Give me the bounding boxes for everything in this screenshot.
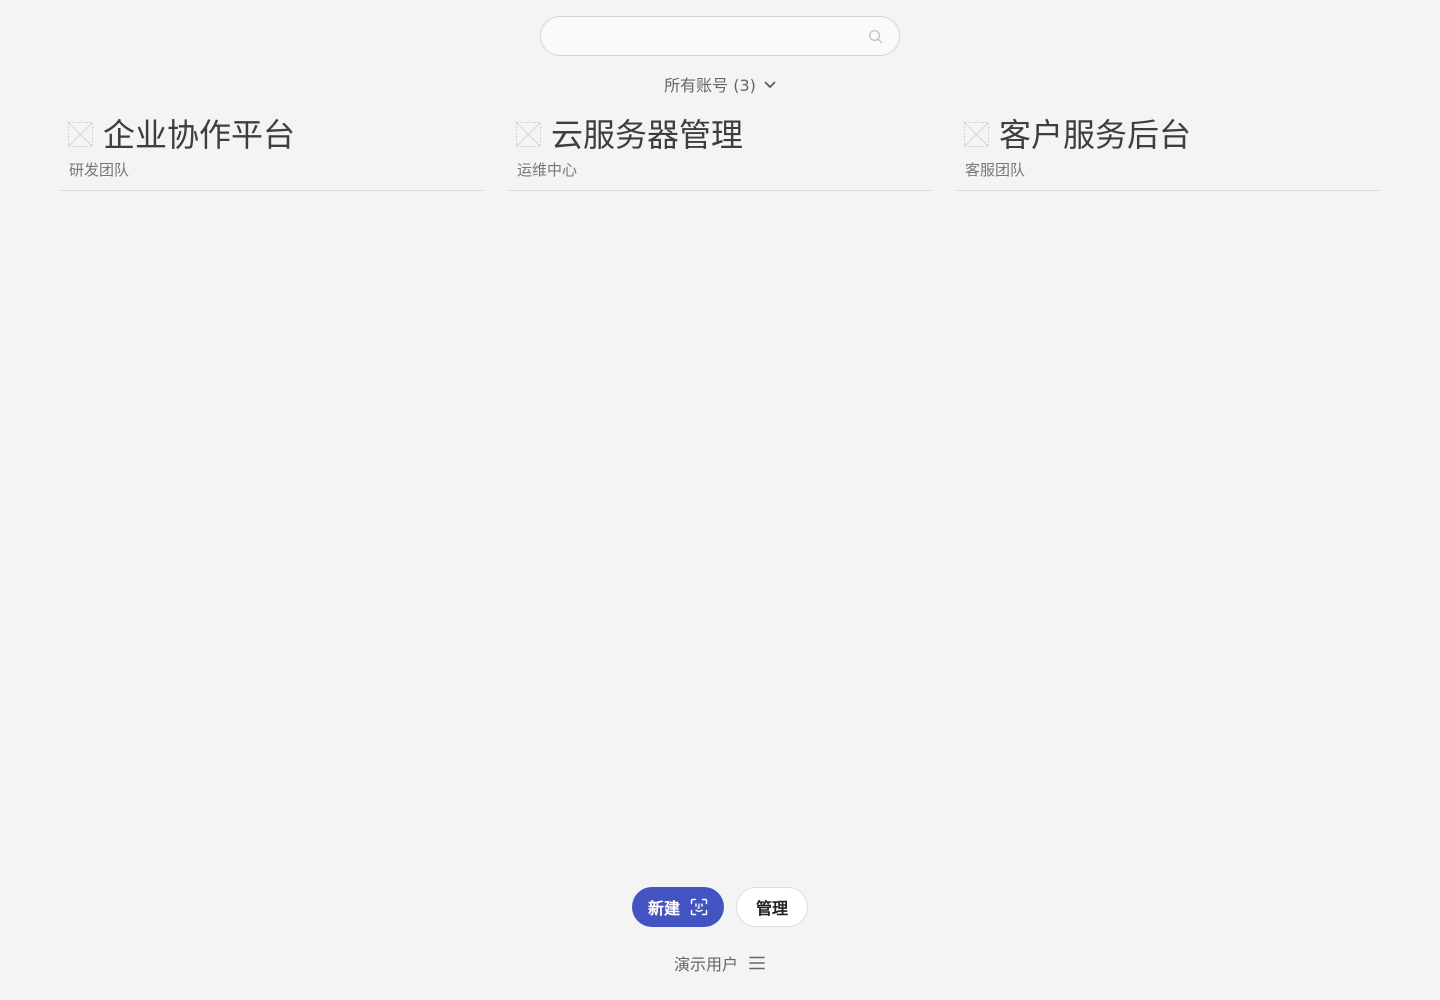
account-card[interactable]: 客户服务后台 客服团队	[957, 112, 1379, 191]
manage-button-label: 管理	[755, 899, 788, 918]
account-card[interactable]: 云服务器管理 运维中心	[509, 112, 931, 191]
account-name: 云服务器管理	[551, 116, 744, 154]
chevron-down-icon	[764, 81, 776, 88]
account-filter-label: 所有账号 (3)	[664, 76, 756, 95]
account-name: 客户服务后台	[999, 116, 1192, 154]
account-list: 企业协作平台 研发团队 云服务器管理 运维中心 客户服务后台 客服团队	[61, 112, 1379, 192]
account-team: 研发团队	[69, 161, 130, 179]
search-icon[interactable]	[868, 29, 883, 44]
broken-image-icon	[516, 122, 541, 147]
account-filter-dropdown[interactable]: 所有账号 (3)	[0, 72, 1440, 96]
account-card[interactable]: 企业协作平台 研发团队	[61, 112, 483, 191]
menu-icon	[749, 956, 765, 970]
new-button[interactable]: 新建	[632, 887, 724, 927]
search-input[interactable]	[559, 17, 859, 55]
search-box[interactable]	[540, 16, 900, 56]
broken-image-icon	[68, 122, 93, 147]
account-name: 企业协作平台	[103, 116, 296, 154]
account-team: 客服团队	[965, 161, 1026, 179]
page: 所有账号 (3) 企业协作平台 研发团队 云服务器管理 运维中心 客户服务后台 …	[0, 0, 1440, 1000]
new-button-label: 新建	[647, 899, 680, 918]
user-menu[interactable]: 演示用户	[0, 951, 1440, 975]
broken-image-icon	[964, 122, 989, 147]
account-team: 运维中心	[517, 161, 578, 179]
manage-button[interactable]: 管理	[736, 887, 808, 927]
action-bar: 新建 管理	[0, 887, 1440, 927]
user-name: 演示用户	[673, 955, 738, 974]
scan-icon	[690, 898, 708, 916]
